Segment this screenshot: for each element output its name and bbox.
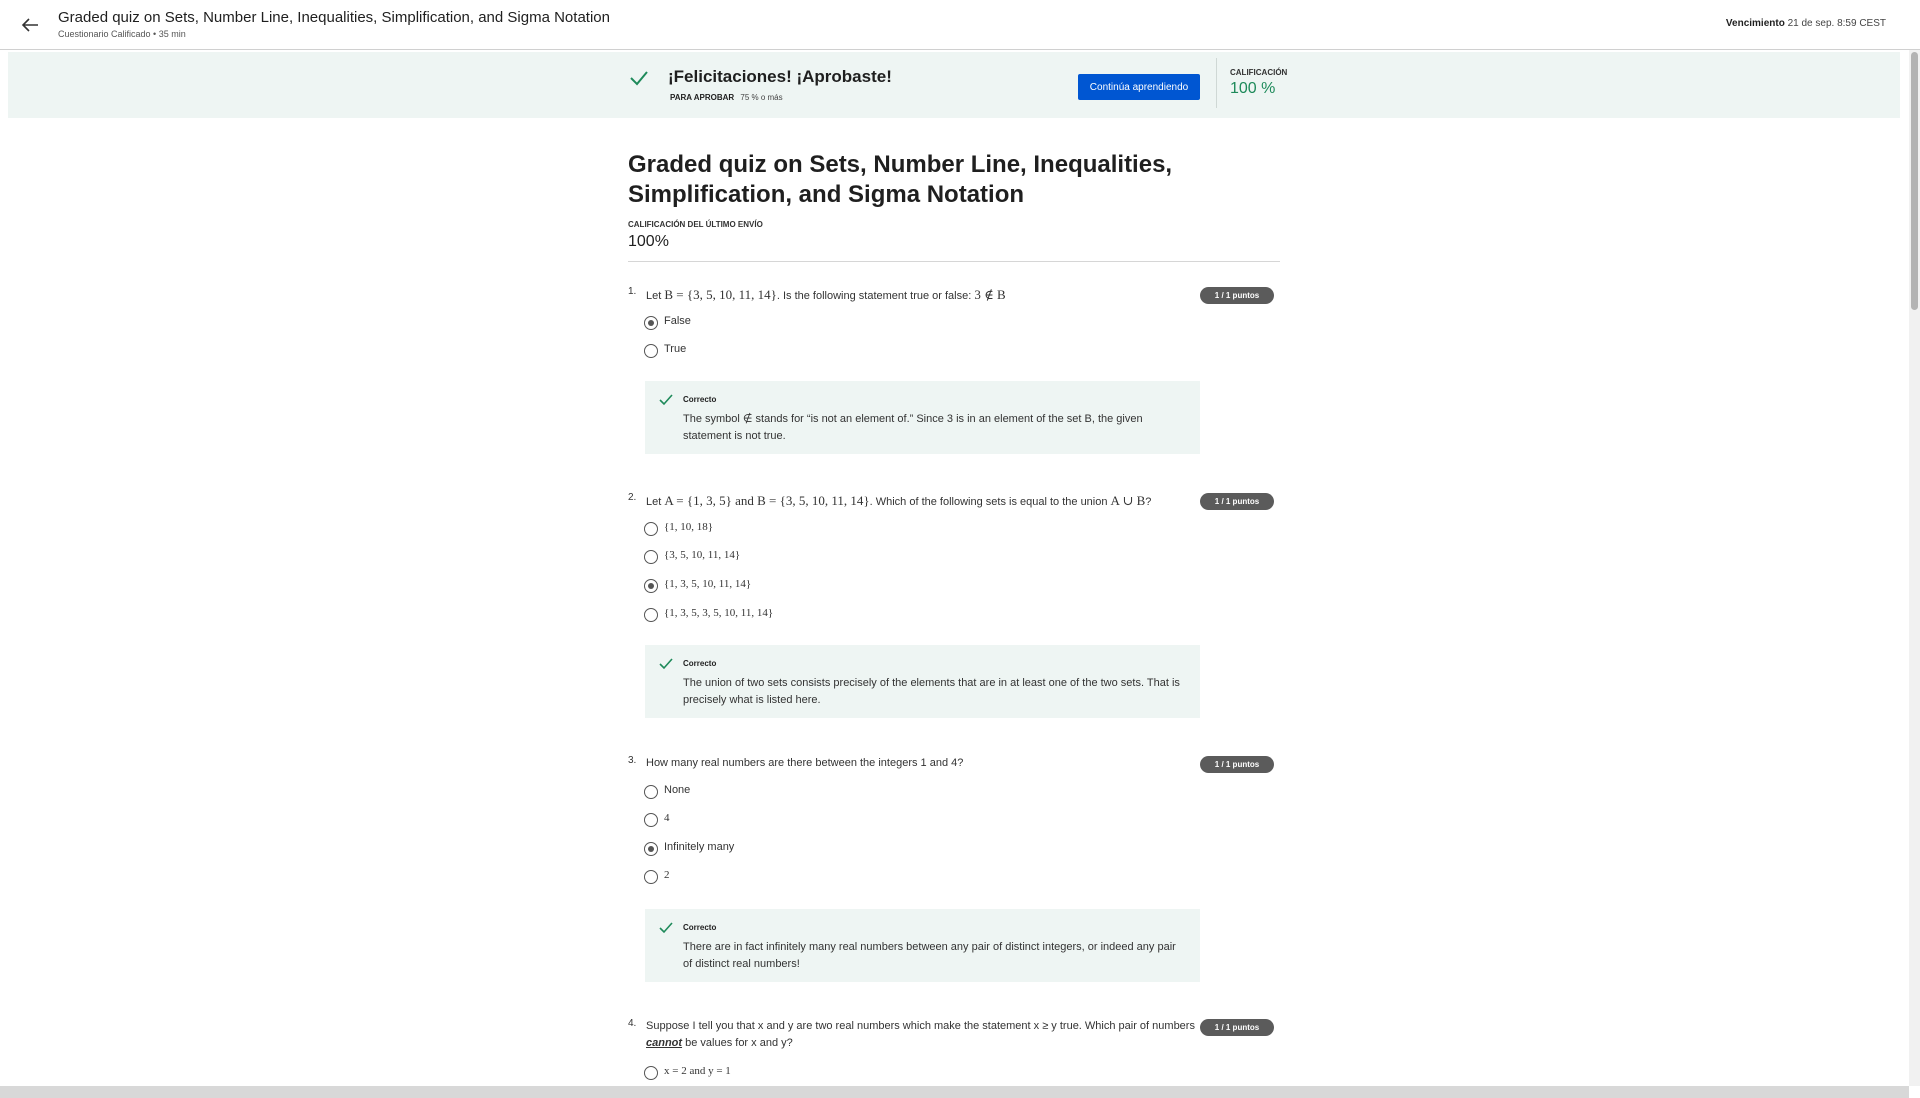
radio-unselected[interactable]: [644, 785, 658, 799]
question-3: 3. How many real numbers are there betwe…: [628, 755, 1280, 985]
math-expression: B = {3, 5, 10, 11, 14}: [664, 287, 777, 302]
continue-learning-button[interactable]: Continúa aprendiendo: [1078, 74, 1200, 100]
radio-selected[interactable]: [644, 579, 658, 593]
feedback-box: Correcto The symbol ∉ stands for “is not…: [645, 381, 1200, 454]
feedback-box: Correcto There are in fact infinitely ma…: [645, 909, 1200, 982]
check-icon: [659, 658, 673, 670]
points-badge: 1 / 1 puntos: [1200, 756, 1274, 773]
option-label: False: [664, 315, 691, 327]
question-text: Suppose I tell you that x and y are two …: [646, 1020, 1195, 1049]
option-label: x = 2 and y = 1: [664, 1065, 731, 1077]
grade-label: CALIFICACIÓN: [1230, 68, 1288, 77]
option-label: {3, 5, 10, 11, 14}: [664, 549, 741, 561]
question-4: 4. Suppose I tell you that x and y are t…: [628, 1018, 1280, 1086]
math-expression: A ∪ B: [1110, 493, 1146, 508]
radio-unselected[interactable]: [644, 522, 658, 536]
question-number: 2.: [628, 492, 637, 503]
vertical-scrollbar[interactable]: [1909, 50, 1920, 1086]
option-label: 4: [664, 812, 670, 824]
quiz-main: Graded quiz on Sets, Number Line, Inequa…: [628, 150, 1280, 262]
congrats-title: ¡Felicitaciones! ¡Aprobaste!: [668, 67, 892, 86]
radio-selected[interactable]: [644, 316, 658, 330]
points-badge: 1 / 1 puntos: [1200, 1019, 1274, 1036]
feedback-label: Correcto: [683, 923, 717, 932]
radio-unselected[interactable]: [644, 344, 658, 358]
due-date: Vencimiento 21 de sep. 8:59 CEST: [1726, 18, 1886, 29]
grade-value: 100 %: [1230, 80, 1276, 97]
pass-label: PARA APROBAR: [670, 93, 735, 102]
banner-divider: [1216, 58, 1217, 108]
emphasis-cannot: cannot: [646, 1037, 683, 1049]
option-label: 2: [664, 869, 670, 881]
check-icon: [630, 71, 648, 86]
radio-selected[interactable]: [644, 842, 658, 856]
radio-unselected[interactable]: [644, 870, 658, 884]
pass-banner: ¡Felicitaciones! ¡Aprobaste! PARA APROBA…: [8, 52, 1900, 118]
question-text: Let A = {1, 3, 5} and B = {3, 5, 10, 11,…: [646, 493, 1152, 508]
math-expression: A = {1, 3, 5} and B = {3, 5, 10, 11, 14}: [664, 493, 870, 508]
radio-unselected[interactable]: [644, 608, 658, 622]
option-label: {1, 10, 18}: [664, 521, 714, 533]
option-label: {1, 3, 5, 10, 11, 14}: [664, 578, 752, 590]
divider: [628, 261, 1280, 262]
radio-unselected[interactable]: [644, 1066, 658, 1080]
top-header: Graded quiz on Sets, Number Line, Inequa…: [0, 0, 1920, 50]
radio-unselected[interactable]: [644, 813, 658, 827]
pass-value: 75 % o más: [740, 93, 783, 102]
pass-requirement: PARA APROBAR 75 % o más: [670, 93, 783, 102]
feedback-label: Correcto: [683, 659, 717, 668]
quiz-header-title: Graded quiz on Sets, Number Line, Inequa…: [58, 9, 610, 26]
points-badge: 1 / 1 puntos: [1200, 287, 1274, 304]
points-badge: 1 / 1 puntos: [1200, 493, 1274, 510]
feedback-text: The union of two sets consists precisely…: [683, 677, 1180, 706]
question-2: 2. Let A = {1, 3, 5} and B = {3, 5, 10, …: [628, 492, 1280, 722]
back-arrow-icon[interactable]: [18, 13, 42, 37]
page-title: Graded quiz on Sets, Number Line, Inequa…: [628, 151, 1173, 208]
option-label: True: [664, 343, 687, 355]
radio-unselected[interactable]: [644, 550, 658, 564]
check-icon: [659, 394, 673, 406]
feedback-label: Correcto: [683, 395, 717, 404]
option-label: Infinitely many: [664, 841, 735, 853]
horizontal-scrollbar[interactable]: [0, 1086, 1909, 1098]
question-text: Let B = {3, 5, 10, 11, 14}. Is the follo…: [646, 287, 1006, 302]
question-number: 3.: [628, 755, 637, 766]
last-submission-label: CALIFICACIÓN DEL ÚLTIMO ENVÍO: [628, 220, 763, 229]
question-1: 1. Let B = {3, 5, 10, 11, 14}. Is the fo…: [628, 286, 1280, 456]
option-label: {1, 3, 5, 3, 5, 10, 11, 14}: [664, 607, 774, 619]
check-icon: [659, 922, 673, 934]
feedback-text: There are in fact infinitely many real n…: [683, 941, 1176, 970]
question-number: 1.: [628, 286, 637, 297]
option-label: None: [664, 784, 691, 796]
due-label: Vencimiento: [1725, 18, 1785, 29]
question-number: 4.: [628, 1018, 637, 1029]
scrollbar-thumb[interactable]: [1911, 52, 1918, 310]
feedback-box: Correcto The union of two sets consists …: [645, 645, 1200, 718]
question-text: How many real numbers are there between …: [646, 757, 964, 769]
math-expression: 3 ∉ B: [974, 287, 1006, 302]
feedback-text: The symbol ∉ stands for “is not an eleme…: [683, 413, 1143, 442]
due-value: 21 de sep. 8:59 CEST: [1787, 18, 1886, 29]
quiz-header-subtitle: Cuestionario Calificado • 35 min: [58, 29, 186, 39]
last-submission-value: 100%: [628, 233, 669, 250]
